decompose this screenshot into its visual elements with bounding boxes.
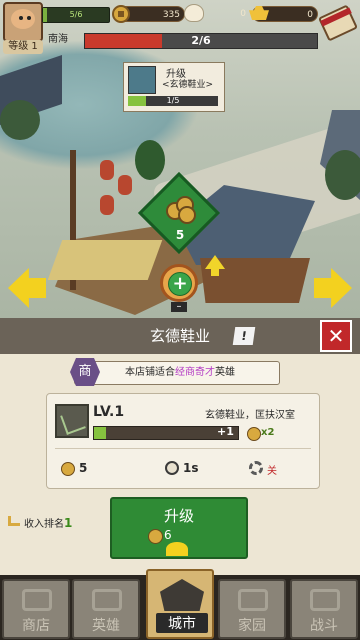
upgrade-quest-card[interactable]: 升级 <玄德鞋业> 1/5: [123, 62, 225, 112]
coins-counter[interactable]: 335: [112, 5, 185, 23]
ingots-value: 0: [307, 10, 313, 20]
shop-type-badge: 商: [70, 358, 100, 386]
shop-type-banner: 本店铺适合经商奇才英雄: [74, 361, 280, 385]
nav-city-label: 城市: [156, 613, 208, 633]
lantern-icon: [100, 160, 114, 180]
player-avatar[interactable]: [3, 2, 43, 42]
upgrade-quest-shop: <玄德鞋业>: [162, 80, 214, 90]
upgrade-button-label: 升级: [163, 507, 194, 525]
lantern-icon: [118, 175, 132, 195]
region-progress-text: 2/6: [191, 34, 211, 47]
region-progress: 南海 2/6: [44, 31, 318, 49]
nav-city[interactable]: 城市: [146, 569, 214, 639]
ingots-counter[interactable]: 0: [249, 6, 318, 22]
nav-home[interactable]: 家园: [218, 579, 286, 639]
upgrade-quest-bar: 1/5: [128, 96, 218, 106]
income-rank: 收入排名1: [24, 516, 73, 530]
home-icon: [238, 589, 268, 611]
battle-icon: [310, 589, 340, 611]
close-button[interactable]: ✕: [320, 320, 352, 352]
nav-shop-label: 商店: [22, 618, 50, 634]
hero-icon: [92, 589, 122, 611]
shop-type-text: 本店铺适合经商奇才英雄: [125, 367, 235, 378]
exp-bar: 5/6: [42, 7, 110, 23]
tree: [325, 150, 360, 200]
coin-icon: [61, 462, 75, 476]
bottom-nav: 商店 英雄 城市 家园 战斗: [0, 569, 360, 640]
shop-level: LV.1: [93, 404, 125, 420]
grass-icon: [55, 404, 89, 438]
cycle-time: 1s: [183, 461, 199, 475]
coins-value: 335: [162, 10, 180, 20]
upgrade-arrow-icon: [205, 255, 225, 269]
gear-icon: [249, 461, 263, 475]
tree: [0, 100, 40, 140]
player-level-label: 等级 1: [3, 40, 43, 54]
rank-icon: [8, 516, 20, 526]
panel-header: 玄德鞋业 ! ✕: [0, 318, 360, 354]
bun-icon: [184, 4, 204, 22]
income-value: 5: [79, 461, 88, 475]
nav-heroes[interactable]: 英雄: [72, 579, 140, 639]
region-bar: 2/6: [84, 33, 318, 49]
nav-battle-label: 战斗: [310, 618, 338, 634]
shop-level-fill: [94, 427, 106, 439]
upgrade-quest-progress: 1/5: [166, 96, 180, 105]
help-icon[interactable]: !: [232, 327, 256, 345]
nav-battle[interactable]: 战斗: [290, 579, 358, 639]
level-plus: +1: [217, 425, 234, 438]
timer-icon: [165, 461, 179, 475]
yuanbao-counter[interactable]: 0: [184, 4, 250, 22]
coin-icon: [148, 529, 163, 544]
coin-icon: [247, 427, 261, 441]
shop-icon: [22, 589, 52, 611]
collect-coins-badge[interactable]: 5: [137, 171, 221, 255]
panel-title: 玄德鞋业: [149, 327, 210, 345]
yuanbao-value: 0: [240, 9, 246, 19]
scroll-gift-icon[interactable]: [318, 4, 358, 42]
hero-slot-label: 关: [267, 466, 277, 477]
nav-shop[interactable]: 商店: [2, 579, 70, 639]
nav-home-label: 家园: [238, 618, 266, 634]
shop-info-card: LV.1 玄德鞋业，匡扶汉室 +1 x2 5 1s 关: [46, 393, 320, 489]
plus-icon: +: [172, 273, 188, 294]
coin-icon: [112, 5, 130, 23]
collect-coins-value: 5: [175, 228, 185, 242]
income-multiplier: x2: [261, 427, 275, 438]
upgrade-cost: 6: [164, 528, 172, 542]
exp-text: 5/6: [69, 10, 83, 19]
lantern-icon: [100, 195, 114, 215]
region-name: 南海: [48, 34, 68, 45]
upgrade-hint-arrow-icon: [166, 542, 188, 556]
add-hero-button[interactable]: +: [160, 264, 198, 302]
nav-heroes-label: 英雄: [92, 618, 120, 634]
coins-stack-icon: [166, 196, 196, 224]
shop-description: 玄德鞋业，匡扶汉室: [205, 410, 295, 421]
city-icon: [160, 579, 204, 611]
divider: [55, 448, 311, 449]
upgrade-arrow-stem: [211, 268, 219, 276]
remove-hero-button[interactable]: –: [171, 302, 187, 312]
shop-thumbnail: [128, 66, 156, 94]
